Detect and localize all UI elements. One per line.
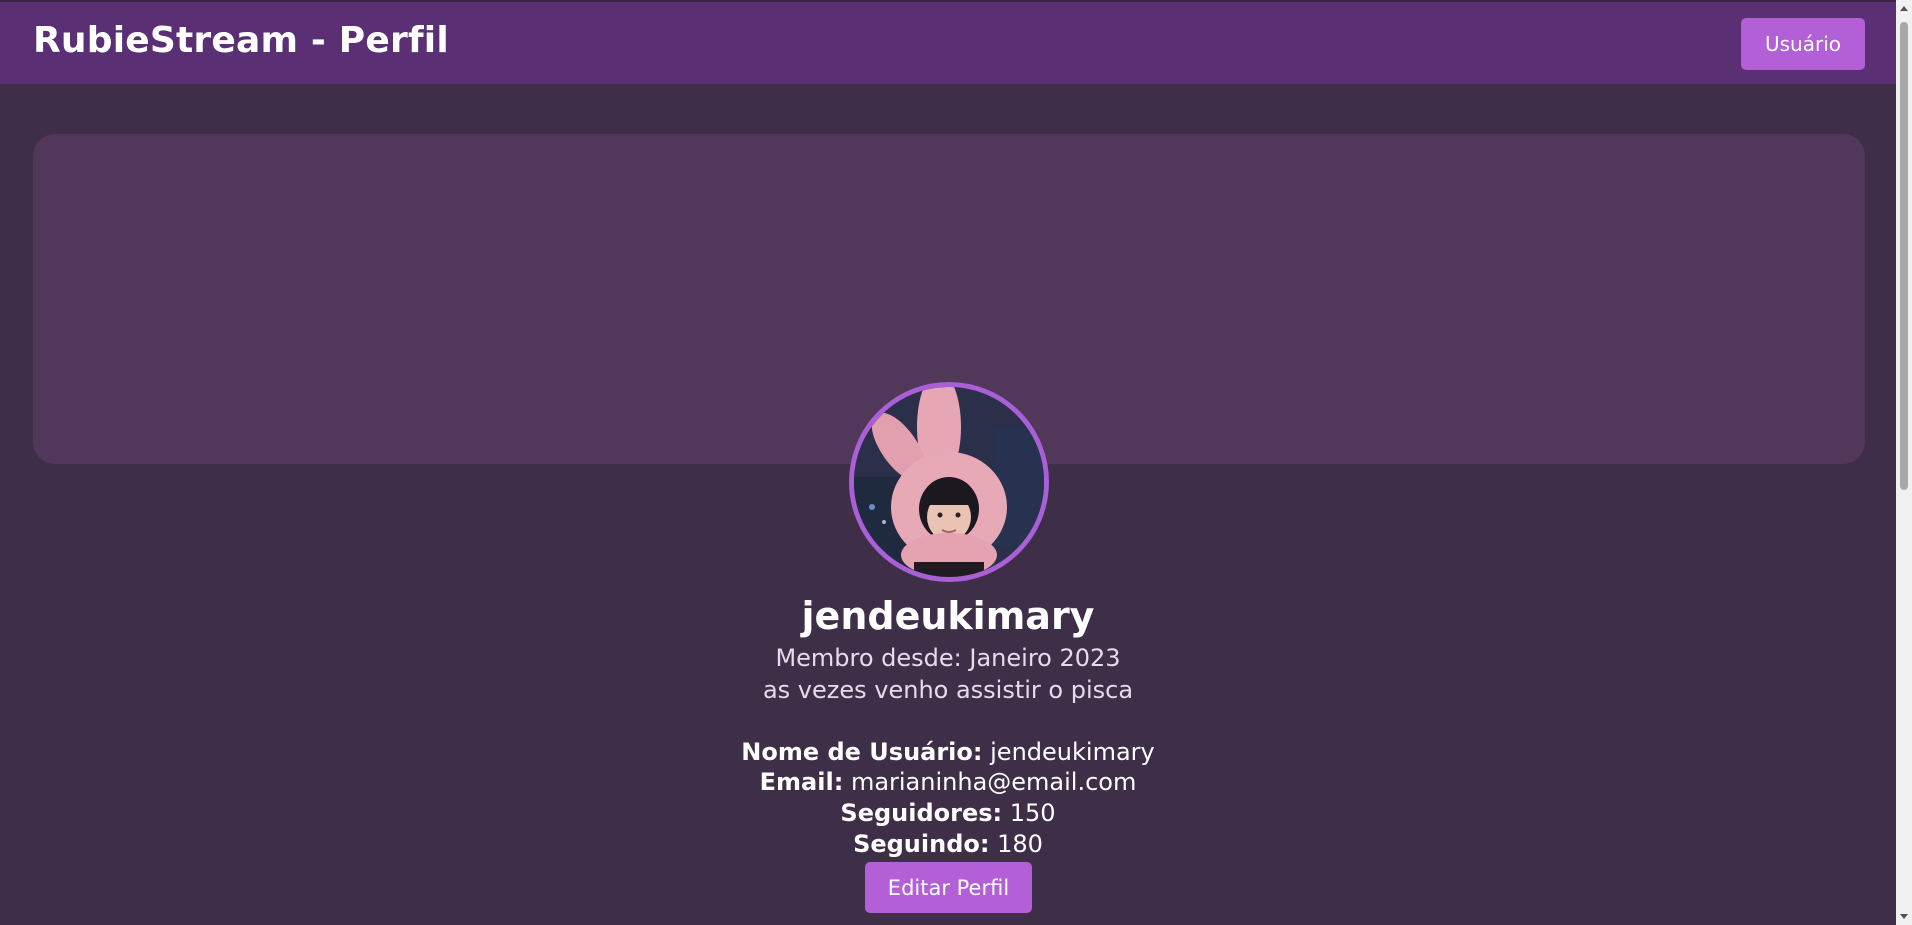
detail-label: Seguidores:	[840, 799, 1003, 827]
detail-following: Seguindo: 180	[0, 830, 1896, 858]
member-since: Membro desde: Janeiro 2023	[775, 644, 1121, 672]
detail-label: Email:	[759, 768, 844, 796]
user-menu-button[interactable]: Usuário	[1741, 18, 1865, 70]
detail-email: Email: marianinha@email.com	[0, 768, 1896, 796]
detail-value: 180	[997, 830, 1043, 858]
detail-value: marianinha@email.com	[850, 768, 1137, 796]
detail-username: Nome de Usuário: jendeukimary	[0, 738, 1896, 766]
detail-label: Seguindo:	[853, 830, 990, 858]
avatar	[849, 382, 1049, 582]
scroll-thumb[interactable]	[1900, 22, 1908, 490]
page-title: RubieStream - Perfil	[33, 20, 449, 61]
profile-username: jendeukimary	[801, 594, 1095, 638]
detail-value: jendeukimary	[990, 738, 1155, 766]
scroll-up-icon[interactable]	[1900, 6, 1908, 11]
detail-followers: Seguidores: 150	[0, 799, 1896, 827]
scroll-down-icon[interactable]	[1900, 914, 1908, 919]
top-bar: RubieStream - Perfil Usuário	[0, 0, 1896, 84]
detail-value: 150	[1009, 799, 1056, 827]
profile-page: RubieStream - Perfil Usuário jendeukimar…	[0, 0, 1912, 925]
detail-label: Nome de Usuário:	[741, 738, 983, 766]
edit-profile-button[interactable]: Editar Perfil	[865, 862, 1032, 913]
profile-bio: as vezes venho assistir o pisca	[762, 676, 1134, 704]
avatar-photo	[854, 387, 1044, 577]
vertical-scrollbar[interactable]	[1896, 0, 1912, 925]
